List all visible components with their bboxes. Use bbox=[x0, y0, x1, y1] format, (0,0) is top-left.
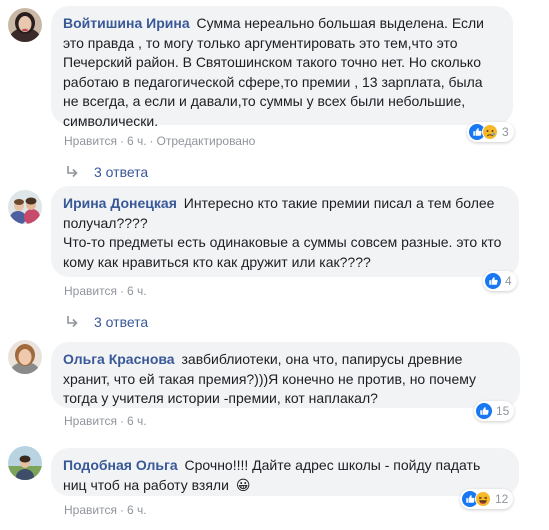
comment-actions: Нравится · 6 ч. bbox=[64, 503, 147, 517]
reaction-count: 12 bbox=[495, 492, 509, 506]
comment-actions: Нравится · 6 ч. bbox=[64, 414, 147, 428]
comment-actions: Нравится · 6 ч. · Отредактировано bbox=[64, 134, 255, 148]
avatar[interactable] bbox=[8, 446, 42, 480]
timestamp[interactable]: 6 ч. bbox=[127, 414, 147, 428]
comment-bubble: Войтишина Ирина Сумма нереально большая … bbox=[51, 6, 513, 129]
timestamp[interactable]: 6 ч. bbox=[127, 284, 147, 298]
timestamp[interactable]: 6 ч. bbox=[127, 503, 147, 517]
comment-author[interactable]: Подобная Ольга bbox=[63, 457, 178, 473]
separator: · bbox=[119, 284, 124, 298]
comment-bubble: Подобная Ольга Срочно!!!! Дайте адрес шк… bbox=[51, 448, 519, 496]
comment-bubble: Ирина Донецкая Интересно кто такие преми… bbox=[51, 186, 519, 277]
comment-author[interactable]: Ирина Донецкая bbox=[63, 195, 177, 211]
like-icon bbox=[485, 273, 501, 289]
separator: · bbox=[119, 414, 124, 428]
like-button[interactable]: Нравится bbox=[64, 284, 117, 298]
comment-author[interactable]: Войтишина Ирина bbox=[63, 15, 190, 31]
avatar[interactable] bbox=[8, 190, 42, 224]
reply-arrow-icon bbox=[67, 166, 78, 178]
comment-text: Сумма нереально большая выделена. Если э… bbox=[63, 15, 488, 129]
separator: · bbox=[149, 134, 154, 148]
like-button[interactable]: Нравится bbox=[64, 414, 117, 428]
replies-label: 3 ответа bbox=[94, 164, 149, 180]
grinning-emoji: 😀 bbox=[235, 477, 251, 494]
reactions-summary[interactable]: 3 bbox=[467, 122, 514, 142]
like-icon bbox=[476, 403, 492, 419]
reactions-summary[interactable]: 4 bbox=[483, 271, 517, 291]
reply-arrow-icon bbox=[67, 316, 78, 328]
comment-actions: Нравится · 6 ч. bbox=[64, 284, 147, 298]
reactions-summary[interactable]: 12 bbox=[460, 489, 514, 509]
view-replies-button[interactable]: 3 ответа bbox=[64, 164, 148, 180]
view-replies-button[interactable]: 3 ответа bbox=[64, 314, 148, 330]
avatar[interactable] bbox=[8, 340, 42, 374]
like-button[interactable]: Нравится bbox=[64, 134, 117, 148]
separator: · bbox=[119, 134, 124, 148]
reaction-count: 15 bbox=[496, 404, 510, 418]
haha-icon bbox=[475, 491, 491, 507]
reactions-summary[interactable]: 15 bbox=[474, 401, 515, 421]
comment-author[interactable]: Ольга Краснова bbox=[63, 351, 175, 367]
reaction-count: 4 bbox=[505, 274, 512, 288]
sad-icon bbox=[482, 124, 498, 140]
replies-label: 3 ответа bbox=[94, 314, 149, 330]
separator: · bbox=[119, 503, 124, 517]
comments-thread: Войтишина Ирина Сумма нереально большая … bbox=[0, 0, 549, 530]
timestamp[interactable]: 6 ч. bbox=[127, 134, 147, 148]
comment-bubble: Ольга Краснова завбиблиотеки, она что, п… bbox=[51, 342, 520, 408]
like-button[interactable]: Нравится bbox=[64, 503, 117, 517]
edited-label: Отредактировано bbox=[156, 134, 256, 148]
avatar[interactable] bbox=[8, 8, 42, 42]
reaction-count: 3 bbox=[502, 125, 509, 139]
